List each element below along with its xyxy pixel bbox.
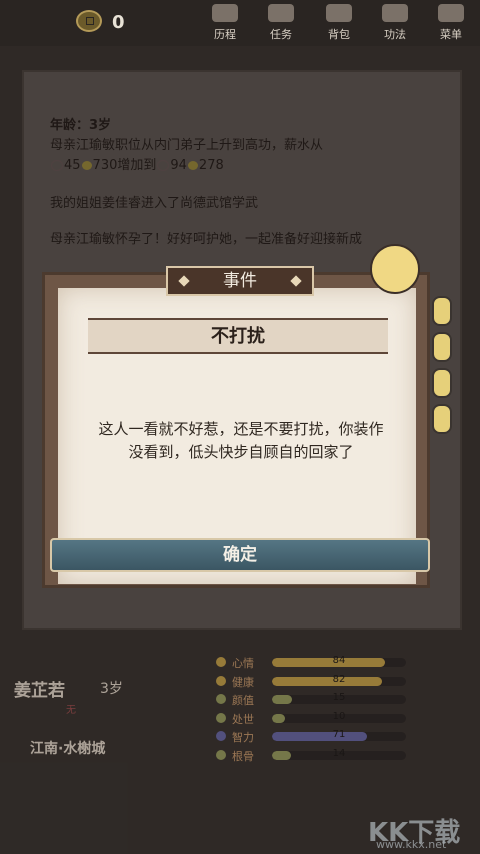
- nav-label: 菜单: [440, 28, 462, 41]
- lantern-icon: [432, 332, 452, 362]
- skill-book-icon: [382, 4, 408, 22]
- event-tag-label: 事件: [223, 271, 257, 291]
- nav-journey-button[interactable]: 历程: [200, 4, 250, 44]
- bag-icon: [326, 4, 352, 22]
- nav-label: 历程: [214, 28, 236, 41]
- lantern-icon: [432, 296, 452, 326]
- event-description: 这人一看就不好惹，还是不要打扰，你装作没看到，低头快步自顾自的回家了: [98, 420, 384, 461]
- nav-label: 背包: [328, 28, 350, 41]
- moon-icon: [370, 244, 420, 294]
- nav-task-button[interactable]: 任务: [256, 4, 306, 44]
- coin-count: 0: [112, 12, 125, 33]
- diamond-icon: [290, 275, 302, 287]
- menu-icon: [438, 4, 464, 22]
- nav-bag-button[interactable]: 背包: [314, 4, 364, 44]
- confirm-button[interactable]: 确定: [50, 538, 430, 572]
- top-bar: 0 历程 任务 背包 功法 菜单: [0, 0, 480, 46]
- diamond-icon: [178, 275, 190, 287]
- event-tag: 事件: [166, 266, 314, 296]
- lantern-icon: [432, 404, 452, 434]
- coin-icon: [76, 10, 102, 32]
- nav-label: 功法: [384, 28, 406, 41]
- journey-icon: [212, 4, 238, 22]
- event-title: 不打扰: [211, 326, 265, 347]
- nav-menu-button[interactable]: 菜单: [426, 4, 476, 44]
- lantern-icon: [432, 368, 452, 398]
- task-icon: [268, 4, 294, 22]
- nav-skill-button[interactable]: 功法: [370, 4, 420, 44]
- nav-label: 任务: [270, 28, 292, 41]
